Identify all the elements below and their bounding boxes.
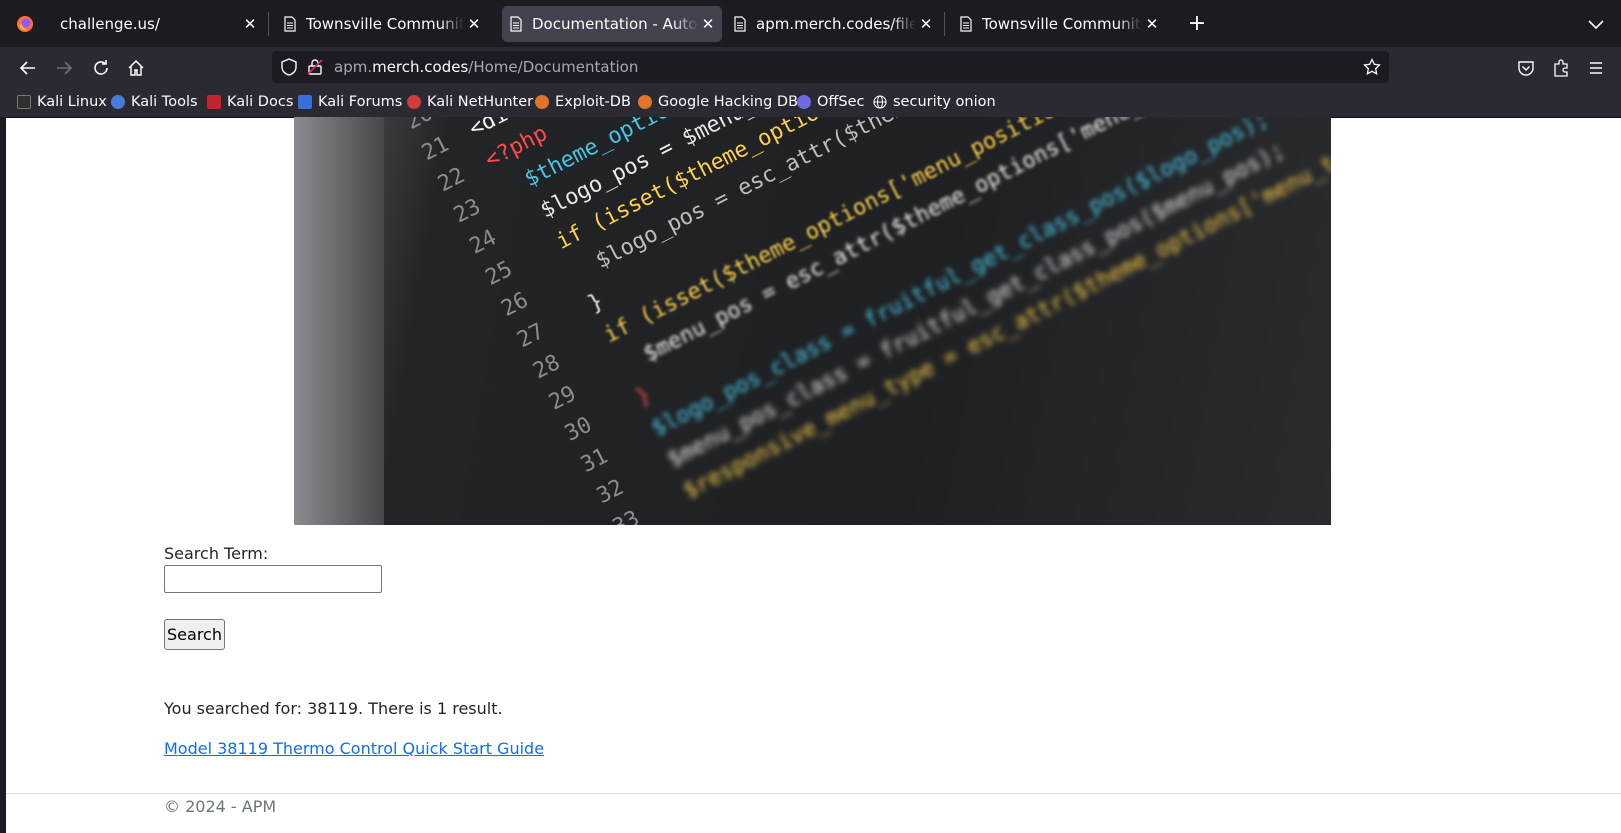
bookmark-kali-linux[interactable]: Kali Linux	[17, 92, 107, 112]
bookmark-label: Kali Forums	[318, 94, 403, 110]
reload-icon	[94, 60, 108, 75]
bookmark-offsec[interactable]: OffSec	[797, 92, 865, 112]
bookmark-kali-tools[interactable]: Kali Tools	[111, 92, 198, 112]
tab-separator	[944, 12, 945, 36]
extensions-button[interactable]	[1547, 54, 1575, 82]
url-subdomain: apm.	[334, 58, 373, 76]
url-bar[interactable]: apm.merch.codes/Home/Documentation	[272, 51, 1389, 83]
pocket-button[interactable]	[1512, 54, 1540, 82]
ghdb-icon	[638, 95, 652, 109]
bookmarks-toolbar: Kali Linux Kali Tools Kali Docs Kali For…	[0, 87, 1621, 118]
plus-icon: +	[1187, 11, 1207, 36]
close-icon[interactable]: ✕	[464, 15, 484, 33]
bookmark-kali-docs[interactable]: Kali Docs	[207, 92, 293, 112]
firefox-view-button[interactable]	[6, 5, 44, 43]
bookmark-label: Exploit-DB	[555, 94, 631, 110]
tab-title: Townsville Community Po	[982, 15, 1142, 33]
search-term-label: Search Term:	[164, 544, 269, 563]
tab-townsville-1[interactable]: Townsville Community Po ✕	[276, 6, 488, 42]
url-text[interactable]: apm.merch.codes/Home/Documentation	[334, 58, 638, 76]
tab-challenge[interactable]: challenge.us/ ✕	[50, 6, 264, 42]
kali-linux-icon	[17, 95, 31, 109]
globe-icon	[873, 95, 887, 109]
close-icon[interactable]: ✕	[698, 15, 718, 33]
chevron-down-icon	[1588, 20, 1604, 30]
tab-bar: challenge.us/ ✕ Townsville Community Po …	[0, 0, 1621, 47]
bookmark-star-icon[interactable]	[1363, 58, 1381, 76]
screen-bezel	[294, 117, 384, 525]
close-icon[interactable]: ✕	[1142, 15, 1162, 33]
bookmark-kali-nethunter[interactable]: Kali NetHunter	[407, 92, 533, 112]
tab-title: apm.merch.codes/files/38	[756, 15, 916, 33]
search-result-summary: You searched for: 38119. There is 1 resu…	[164, 699, 503, 718]
exploit-db-icon	[535, 95, 549, 109]
forward-button[interactable]	[50, 54, 78, 82]
bookmark-label: security onion	[893, 94, 996, 110]
arrow-right-icon	[57, 61, 73, 75]
kali-docs-icon	[207, 95, 221, 109]
bookmark-kali-forums[interactable]: Kali Forums	[298, 92, 402, 112]
tab-title: Documentation - Automa	[532, 15, 698, 33]
window-edge	[0, 117, 6, 833]
lock-insecure-icon[interactable]	[306, 58, 324, 76]
arrow-left-icon	[19, 61, 35, 75]
result-link[interactable]: Model 38119 Thermo Control Quick Start G…	[164, 739, 544, 758]
bookmark-security-onion[interactable]: security onion	[873, 92, 996, 112]
close-icon[interactable]: ✕	[916, 15, 936, 33]
document-icon	[510, 16, 522, 32]
document-icon	[734, 16, 746, 32]
bookmark-label: Kali Linux	[37, 94, 107, 110]
code-screenshot: 19 <?php wp_head(); ?>20 <?php body_clas…	[384, 117, 1331, 525]
search-input[interactable]	[164, 565, 382, 593]
puzzle-icon	[1554, 59, 1568, 77]
document-icon	[284, 16, 296, 32]
url-host: merch.codes	[372, 58, 469, 76]
firefox-icon	[17, 16, 33, 32]
tab-title: Townsville Community Po	[306, 15, 464, 33]
hamburger-icon	[1590, 62, 1602, 74]
pocket-icon	[1518, 61, 1534, 76]
kali-nethunter-icon	[407, 95, 421, 109]
footer-divider	[6, 793, 1621, 794]
kali-tools-icon	[111, 95, 125, 109]
bookmark-label: Kali Tools	[131, 94, 198, 110]
bookmark-label: Google Hacking DB	[658, 94, 799, 110]
hero-image: 19 <?php wp_head(); ?>20 <?php body_clas…	[294, 117, 1331, 525]
close-icon[interactable]: ✕	[240, 15, 260, 33]
home-icon	[128, 59, 144, 76]
search-button[interactable]: Search	[164, 619, 225, 650]
bookmark-google-hacking-db[interactable]: Google Hacking DB	[638, 92, 798, 112]
bookmark-label: OffSec	[817, 94, 865, 110]
list-all-tabs-button[interactable]	[1584, 12, 1608, 36]
bookmark-exploit-db[interactable]: Exploit-DB	[535, 92, 631, 112]
footer-copyright: © 2024 - APM	[164, 797, 277, 816]
new-tab-button[interactable]: +	[1182, 9, 1212, 39]
reload-button[interactable]	[87, 54, 115, 82]
kali-forums-icon	[298, 95, 312, 109]
bookmark-label: Kali Docs	[227, 94, 294, 110]
tab-title: challenge.us/	[60, 15, 160, 33]
menu-button[interactable]	[1582, 54, 1610, 82]
url-path: /Home/Documentation	[468, 58, 639, 76]
tab-apm-files[interactable]: apm.merch.codes/files/38 ✕	[726, 6, 940, 42]
tab-townsville-2[interactable]: Townsville Community Po ✕	[952, 6, 1166, 42]
document-icon	[960, 16, 972, 32]
offsec-icon	[797, 95, 811, 109]
bookmark-label: Kali NetHunter	[427, 94, 534, 110]
tab-documentation[interactable]: Documentation - Automa ✕	[502, 6, 722, 42]
navigation-toolbar: apm.merch.codes/Home/Documentation	[0, 47, 1621, 87]
back-button[interactable]	[14, 54, 42, 82]
shield-icon[interactable]	[280, 58, 298, 76]
home-button[interactable]	[122, 54, 150, 82]
tab-separator	[268, 12, 269, 36]
